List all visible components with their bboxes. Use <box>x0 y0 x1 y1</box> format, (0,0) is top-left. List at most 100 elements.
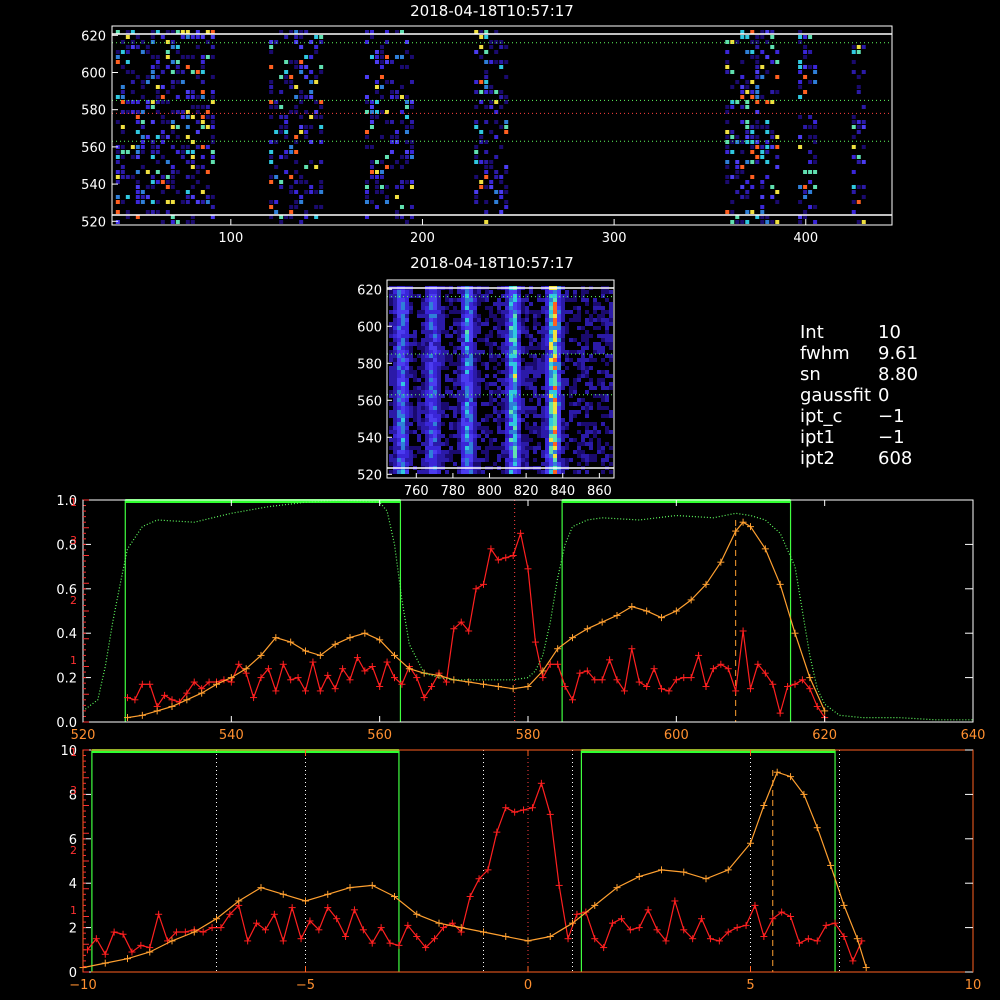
data-point <box>520 806 528 814</box>
image-pixel <box>597 382 601 386</box>
image-pixel <box>409 145 414 149</box>
image-pixel <box>861 70 866 74</box>
image-pixel <box>405 346 409 350</box>
image-pixel <box>494 135 499 139</box>
image-pixel <box>549 306 553 310</box>
image-pixel <box>517 366 521 370</box>
image-pixel <box>585 342 589 346</box>
image-pixel <box>120 65 125 69</box>
image-pixel <box>517 422 521 426</box>
image-pixel <box>497 422 501 426</box>
data-point <box>509 685 517 693</box>
image-pixel <box>393 422 397 426</box>
image-pixel <box>505 310 509 314</box>
image-pixel <box>369 120 374 124</box>
image-pixel <box>210 95 215 99</box>
image-pixel <box>401 390 405 394</box>
image-pixel <box>421 442 425 446</box>
image-pixel <box>549 318 553 322</box>
data-point <box>511 808 519 816</box>
image-pixel <box>485 322 489 326</box>
image-pixel <box>501 334 505 338</box>
image-pixel <box>474 175 479 179</box>
image-pixel <box>609 306 613 310</box>
image-pixel <box>525 298 529 302</box>
image-pixel <box>170 185 175 189</box>
image-pixel <box>477 318 481 322</box>
image-pixel <box>504 45 509 49</box>
data-point <box>761 545 769 553</box>
image-pixel <box>309 80 314 84</box>
image-pixel <box>525 306 529 310</box>
image-pixel <box>429 462 433 466</box>
image-pixel <box>200 115 205 119</box>
image-pixel <box>389 382 393 386</box>
image-pixel <box>489 354 493 358</box>
image-pixel <box>856 200 861 204</box>
data-point <box>576 669 584 677</box>
image-pixel <box>279 185 284 189</box>
image-pixel <box>505 422 509 426</box>
image-pixel <box>394 130 399 134</box>
image-pixel <box>549 462 553 466</box>
data-point <box>288 904 296 912</box>
image-pixel <box>553 346 557 350</box>
image-pixel <box>505 374 509 378</box>
image-pixel <box>509 354 513 358</box>
image-pixel <box>115 210 120 214</box>
image-pixel <box>299 195 304 199</box>
image-pixel <box>461 442 465 446</box>
image-pixel <box>581 458 585 462</box>
image-pixel <box>130 145 135 149</box>
image-pixel <box>417 418 421 422</box>
image-pixel <box>441 318 445 322</box>
image-pixel <box>549 406 553 410</box>
image-pixel <box>314 35 319 39</box>
image-pixel <box>593 454 597 458</box>
image-pixel <box>469 346 473 350</box>
image-pixel <box>485 446 489 450</box>
image-pixel <box>581 346 585 350</box>
image-pixel <box>417 390 421 394</box>
image-pixel <box>541 414 545 418</box>
image-pixel <box>469 446 473 450</box>
data-point <box>217 924 225 932</box>
image-pixel <box>269 205 274 209</box>
image-pixel <box>745 120 750 124</box>
image-pixel <box>485 450 489 454</box>
image-pixel <box>175 45 180 49</box>
image-pixel <box>379 75 384 79</box>
image-pixel <box>509 426 513 430</box>
image-pixel <box>765 160 770 164</box>
image-pixel <box>413 334 417 338</box>
image-pixel <box>433 414 437 418</box>
image-pixel <box>549 438 553 442</box>
image-pixel <box>125 35 130 39</box>
image-pixel <box>730 220 735 224</box>
data-point <box>346 676 354 684</box>
image-pixel <box>473 354 477 358</box>
data-point <box>791 629 799 637</box>
image-pixel <box>499 95 504 99</box>
image-pixel <box>509 370 513 374</box>
image-pixel <box>489 430 493 434</box>
image-pixel <box>517 358 521 362</box>
image-pixel <box>557 370 561 374</box>
image-pixel <box>485 298 489 302</box>
image-pixel <box>513 326 517 330</box>
image-pixel <box>474 155 479 159</box>
red-y-tick-label: 1 <box>70 496 77 509</box>
image-pixel <box>425 358 429 362</box>
image-pixel <box>541 430 545 434</box>
image-pixel <box>485 342 489 346</box>
image-pixel <box>485 382 489 386</box>
image-pixel <box>180 70 185 74</box>
image-pixel <box>585 390 589 394</box>
image-pixel <box>389 120 394 124</box>
data-point <box>208 924 216 932</box>
image-pixel <box>740 165 745 169</box>
image-pixel <box>541 410 545 414</box>
image-pixel <box>130 45 135 49</box>
image-pixel <box>269 65 274 69</box>
image-pixel <box>585 470 589 474</box>
